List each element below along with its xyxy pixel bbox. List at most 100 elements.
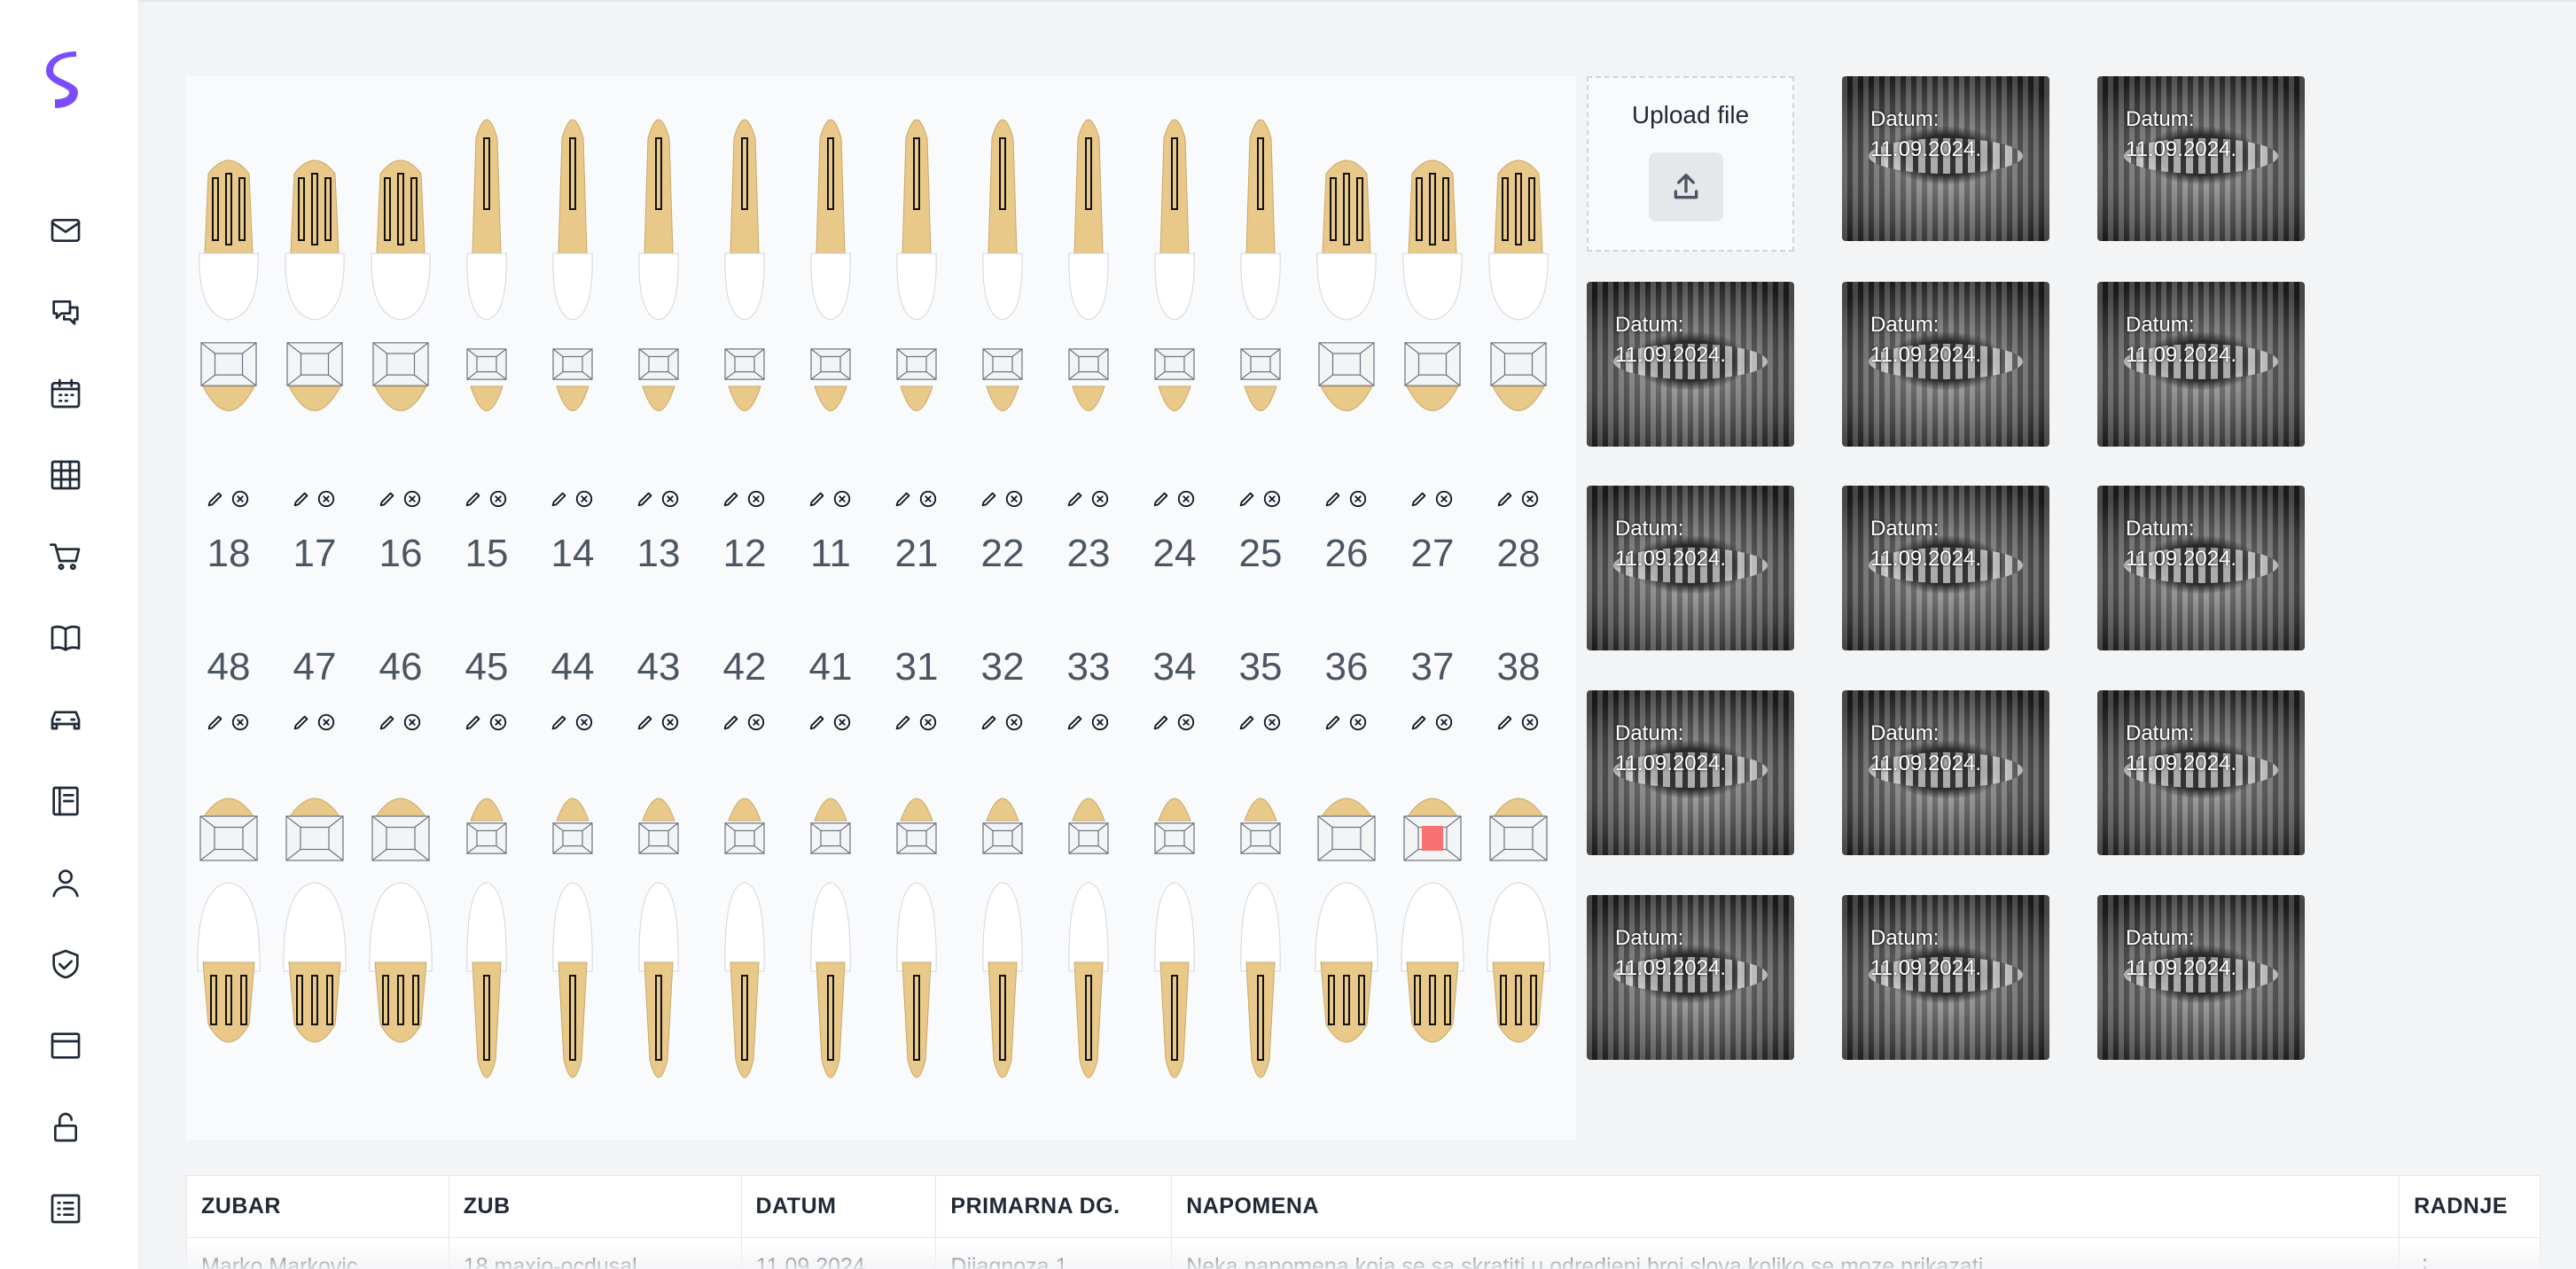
- sidebar-item-shield-check[interactable]: [46, 945, 85, 984]
- sidebar-item-cart[interactable]: [46, 537, 85, 576]
- upload-file-dropzone[interactable]: Upload file: [1587, 76, 1794, 252]
- tooth-number-32[interactable]: 32: [960, 645, 1045, 689]
- tooth-number-11[interactable]: 11: [788, 532, 873, 576]
- close-circle-icon[interactable]: [1520, 489, 1540, 509]
- close-circle-icon[interactable]: [1348, 712, 1368, 732]
- tooth-number-24[interactable]: 24: [1132, 532, 1217, 576]
- pencil-icon[interactable]: [1495, 712, 1515, 732]
- close-circle-icon[interactable]: [574, 712, 594, 732]
- upper-tooth-28[interactable]: [1488, 160, 1549, 411]
- pencil-icon[interactable]: [894, 489, 913, 509]
- xray-thumbnail[interactable]: Datum: 11.09.2024.: [1842, 486, 2049, 650]
- tooth-number-36[interactable]: 36: [1304, 645, 1389, 689]
- pencil-icon[interactable]: [1066, 712, 1085, 732]
- pencil-icon[interactable]: [1323, 712, 1343, 732]
- pencil-icon[interactable]: [378, 489, 397, 509]
- upper-tooth-14[interactable]: [552, 119, 593, 411]
- upper-tooth-16[interactable]: [371, 160, 431, 411]
- upper-tooth-25[interactable]: [1240, 119, 1281, 411]
- close-circle-icon[interactable]: [1434, 712, 1454, 732]
- brand-logo[interactable]: [44, 51, 87, 113]
- col-header-datum[interactable]: DATUM: [742, 1176, 937, 1237]
- lower-tooth-45[interactable]: [466, 798, 507, 1078]
- lower-tooth-31[interactable]: [896, 798, 937, 1078]
- tooth-number-41[interactable]: 41: [788, 645, 873, 689]
- upper-tooth-24[interactable]: [1154, 119, 1195, 411]
- lower-tooth-44[interactable]: [552, 798, 593, 1078]
- tooth-number-22[interactable]: 22: [960, 532, 1045, 576]
- pencil-icon[interactable]: [206, 712, 225, 732]
- upper-tooth-13[interactable]: [638, 119, 679, 411]
- upper-tooth-15[interactable]: [466, 119, 507, 411]
- close-circle-icon[interactable]: [1520, 712, 1540, 732]
- close-circle-icon[interactable]: [230, 712, 250, 732]
- close-circle-icon[interactable]: [660, 489, 680, 509]
- pencil-icon[interactable]: [980, 489, 999, 509]
- xray-thumbnail[interactable]: Datum: 11.09.2024.: [1587, 895, 1794, 1060]
- tooth-number-35[interactable]: 35: [1218, 645, 1303, 689]
- pencil-icon[interactable]: [636, 712, 655, 732]
- close-circle-icon[interactable]: [1176, 489, 1196, 509]
- xray-thumbnail[interactable]: Datum: 11.09.2024.: [2097, 895, 2305, 1060]
- close-circle-icon[interactable]: [1176, 712, 1196, 732]
- sidebar-item-user[interactable]: [46, 863, 85, 902]
- close-circle-icon[interactable]: [316, 712, 336, 732]
- tooth-number-23[interactable]: 23: [1046, 532, 1131, 576]
- close-circle-icon[interactable]: [1004, 712, 1024, 732]
- sidebar-item-book[interactable]: [46, 619, 85, 658]
- pencil-icon[interactable]: [894, 712, 913, 732]
- lower-tooth-38[interactable]: [1487, 798, 1550, 1043]
- upper-tooth-26[interactable]: [1316, 160, 1377, 411]
- xray-thumbnail[interactable]: Datum: 11.09.2024.: [2097, 282, 2305, 447]
- xray-thumbnail[interactable]: Datum: 11.09.2024.: [2097, 76, 2305, 241]
- lower-tooth-48[interactable]: [197, 798, 261, 1043]
- xray-thumbnail[interactable]: Datum: 11.09.2024.: [1842, 895, 2049, 1060]
- tooth-number-12[interactable]: 12: [702, 532, 787, 576]
- pencil-icon[interactable]: [1066, 489, 1085, 509]
- row-actions-menu[interactable]: ⋮: [2400, 1238, 2540, 1269]
- pencil-icon[interactable]: [464, 489, 483, 509]
- tooth-number-38[interactable]: 38: [1476, 645, 1561, 689]
- col-header-primarna-dg[interactable]: PRIMARNA DG.: [936, 1176, 1173, 1237]
- sidebar-item-grid[interactable]: [46, 455, 85, 494]
- pencil-icon[interactable]: [550, 712, 569, 732]
- lower-tooth-35[interactable]: [1240, 798, 1281, 1078]
- col-header-zub[interactable]: ZUB: [449, 1176, 742, 1237]
- sidebar-item-car[interactable]: [46, 700, 85, 739]
- close-circle-icon[interactable]: [488, 489, 508, 509]
- tooth-number-42[interactable]: 42: [702, 645, 787, 689]
- upper-tooth-21[interactable]: [896, 119, 937, 411]
- pencil-icon[interactable]: [1495, 489, 1515, 509]
- xray-thumbnail[interactable]: Datum: 11.09.2024.: [1842, 282, 2049, 447]
- col-header-napomena[interactable]: NAPOMENA: [1172, 1176, 2400, 1237]
- close-circle-icon[interactable]: [1262, 712, 1282, 732]
- tooth-number-16[interactable]: 16: [358, 532, 443, 576]
- lower-tooth-36[interactable]: [1315, 798, 1378, 1043]
- close-circle-icon[interactable]: [230, 489, 250, 509]
- tooth-number-17[interactable]: 17: [272, 532, 357, 576]
- tooth-number-45[interactable]: 45: [444, 645, 529, 689]
- tooth-number-28[interactable]: 28: [1476, 532, 1561, 576]
- tooth-number-31[interactable]: 31: [874, 645, 959, 689]
- upper-tooth-23[interactable]: [1068, 119, 1109, 411]
- upper-tooth-27[interactable]: [1402, 160, 1463, 411]
- tooth-number-47[interactable]: 47: [272, 645, 357, 689]
- close-circle-icon[interactable]: [316, 489, 336, 509]
- lower-tooth-32[interactable]: [982, 798, 1023, 1078]
- tooth-number-18[interactable]: 18: [186, 532, 271, 576]
- tooth-number-33[interactable]: 33: [1046, 645, 1131, 689]
- pencil-icon[interactable]: [808, 712, 827, 732]
- lower-tooth-43[interactable]: [638, 798, 679, 1078]
- pencil-icon[interactable]: [1409, 712, 1429, 732]
- pencil-icon[interactable]: [1237, 489, 1257, 509]
- tooth-number-44[interactable]: 44: [530, 645, 615, 689]
- tooth-number-46[interactable]: 46: [358, 645, 443, 689]
- pencil-icon[interactable]: [1237, 712, 1257, 732]
- close-circle-icon[interactable]: [832, 489, 852, 509]
- close-circle-icon[interactable]: [488, 712, 508, 732]
- pencil-icon[interactable]: [206, 489, 225, 509]
- pencil-icon[interactable]: [636, 489, 655, 509]
- lower-tooth-37[interactable]: [1401, 798, 1464, 1043]
- upper-tooth-18[interactable]: [199, 160, 259, 411]
- lower-tooth-42[interactable]: [724, 798, 765, 1078]
